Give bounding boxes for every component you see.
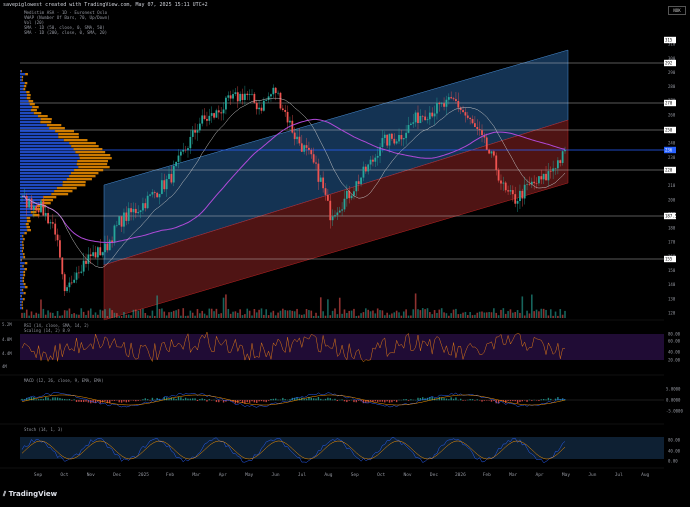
stoch-tick: 0.00 (668, 459, 678, 464)
svg-text:315: 315 (665, 38, 673, 43)
price-label: 292 (664, 60, 676, 66)
price-label: 236 (664, 147, 676, 153)
time-tick: Mar (509, 472, 517, 478)
time-tick: Jul (615, 472, 623, 478)
time-tick: Dec (113, 472, 121, 478)
price-tick: 230 (668, 155, 676, 160)
price-tick: 180 (668, 226, 676, 231)
price-tick: 240 (668, 141, 676, 146)
time-tick: Oct (377, 472, 385, 478)
currency-badge[interactable]: NOK (668, 6, 686, 15)
price-label: 187.5 (664, 213, 678, 219)
price-tick: 170 (668, 240, 676, 245)
stoch-tick: 80.00 (668, 438, 681, 443)
macd-tick: -5.0000 (666, 409, 683, 414)
time-tick: Aug (641, 472, 649, 478)
main-chart-svg[interactable]: 3103002902802702602502402302202102001901… (0, 0, 690, 503)
time-tick: Apr (219, 472, 227, 478)
time-tick: May (562, 472, 570, 478)
rsi-left-tick: 4M (2, 364, 7, 369)
rsi-tick: 80.00 (668, 332, 681, 337)
time-tick: Jul (298, 472, 306, 478)
time-tick: Jun (272, 472, 280, 478)
rsi-left-tick: 4.4M (2, 351, 12, 356)
rsi-left-tick: 4.8M (2, 337, 12, 342)
price-label: 155 (664, 256, 676, 262)
stoch-band (20, 437, 664, 459)
tradingview-logo[interactable]: ⫽ TradingView (3, 490, 57, 499)
price-label: 250 (664, 127, 676, 133)
attribution-text: savepiglowest created with TradingView.c… (3, 2, 208, 8)
svg-text:187.5: 187.5 (665, 214, 678, 219)
time-tick: Nov (404, 472, 412, 478)
time-tick: Apr (536, 472, 544, 478)
rsi-tick: 60.00 (668, 339, 681, 344)
svg-text:250: 250 (665, 128, 673, 133)
time-tick: Sep (351, 472, 359, 478)
macd-tick: 0.0000 (666, 398, 681, 403)
time-tick: Aug (324, 472, 332, 478)
price-label: 270 (664, 100, 676, 106)
stoch-tick: 40.00 (668, 449, 681, 454)
time-tick: Nov (87, 472, 95, 478)
time-tick: Sep (34, 472, 42, 478)
time-tick: Feb (483, 472, 491, 478)
price-tick: 210 (668, 183, 676, 188)
time-tick: 2025 (138, 472, 149, 478)
rsi-tick: 20.00 (668, 358, 681, 363)
svg-text:155: 155 (665, 257, 673, 262)
svg-text:236: 236 (665, 148, 673, 153)
price-tick: 130 (668, 296, 676, 301)
legend-sma200[interactable]: SMA · 1D (200, close, 0, SMA, 20) (24, 30, 107, 35)
macd-tick: 5.0000 (666, 387, 681, 392)
time-tick: 2026 (455, 472, 466, 478)
svg-text:270: 270 (665, 101, 673, 106)
price-tick: 140 (668, 282, 676, 287)
time-tick: Jun (588, 472, 596, 478)
price-label: 315 (664, 37, 676, 43)
time-tick: Dec (430, 472, 438, 478)
time-tick: Feb (166, 472, 174, 478)
svg-text:292: 292 (665, 61, 673, 66)
time-tick: Mar (192, 472, 200, 478)
macd-label[interactable]: MACD (12, 26, close, 9, EMA, EMA) (24, 378, 103, 383)
price-tick: 120 (668, 310, 676, 315)
price-tick: 260 (668, 112, 676, 117)
stoch-label[interactable]: Stoch (14, 1, 3) (24, 427, 63, 432)
rsi-tick: 40.00 (668, 350, 681, 355)
time-tick: Oct (60, 472, 68, 478)
brand-text: TradingView (9, 490, 58, 498)
time-tick: May (245, 472, 253, 478)
price-label: 220 (664, 167, 676, 173)
rsi-left-tick: 5.2M (2, 322, 12, 327)
price-tick: 150 (668, 268, 676, 273)
price-tick: 200 (668, 197, 676, 202)
price-tick: 290 (668, 70, 676, 75)
price-tick: 280 (668, 84, 676, 89)
chart-window: 3103002902802702602502402302202102001901… (0, 0, 690, 503)
rsi-sub-label[interactable]: Scaling (14, 2) 8.9 (24, 328, 70, 333)
svg-text:220: 220 (665, 168, 673, 173)
